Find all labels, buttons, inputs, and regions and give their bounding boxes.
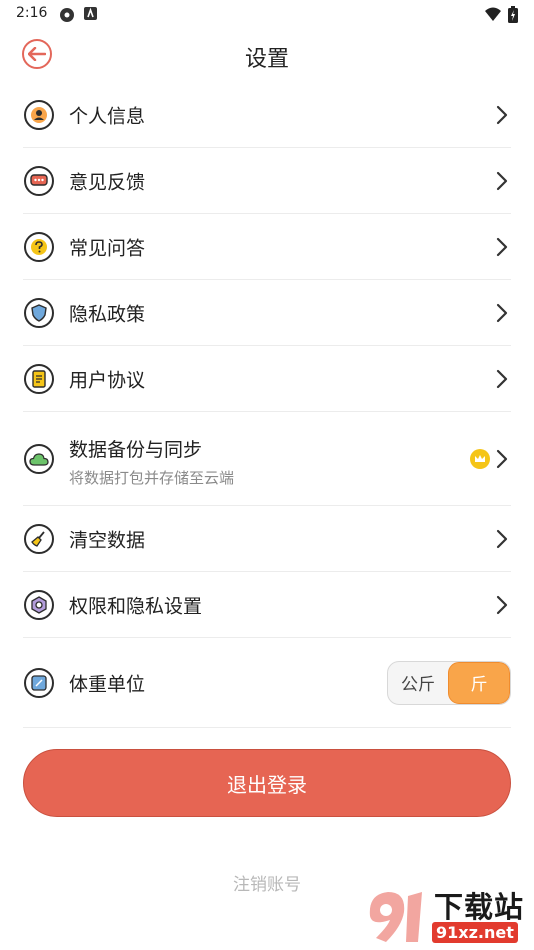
crown-icon — [470, 448, 490, 469]
chevron-right-icon — [496, 237, 508, 256]
settings-item-label: 数据备份与同步 — [69, 439, 203, 461]
settings-item-label: 隐私政策 — [69, 303, 146, 325]
settings-item-faq[interactable]: 常见问答 — [23, 214, 511, 280]
settings-item-user-agreement[interactable]: 用户协议 — [23, 346, 511, 412]
chevron-right-icon — [496, 369, 508, 388]
question-icon — [24, 231, 54, 262]
watermark-site: 91xz.net — [432, 922, 518, 943]
settings-item-permissions[interactable]: 权限和隐私设置 — [23, 572, 511, 638]
chevron-right-icon — [496, 303, 508, 322]
chevron-right-icon — [496, 171, 508, 190]
logout-button[interactable]: 退出登录 — [23, 749, 511, 817]
settings-item-weight-unit: 体重单位 公斤 斤 — [23, 638, 511, 728]
chevron-right-icon — [496, 105, 508, 124]
app-status-icon — [84, 7, 97, 20]
sync-status-icon — [60, 8, 74, 22]
watermark: 下载站 91xz.net — [362, 884, 534, 950]
settings-item-label: 用户协议 — [69, 369, 146, 391]
settings-item-clear-data[interactable]: 清空数据 — [23, 506, 511, 572]
watermark-title: 下载站 — [434, 890, 525, 924]
settings-item-backup-sync[interactable]: 数据备份与同步 将数据打包并存储至云端 — [23, 412, 511, 506]
settings-item-label: 个人信息 — [69, 105, 146, 127]
feedback-icon — [24, 165, 54, 196]
settings-item-label: 清空数据 — [69, 529, 146, 551]
status-bar: 2:16 — [0, 0, 534, 28]
settings-item-profile[interactable]: 个人信息 — [23, 82, 511, 148]
document-icon — [24, 363, 54, 394]
settings-item-privacy-policy[interactable]: 隐私政策 — [23, 280, 511, 346]
status-time: 2:16 — [16, 5, 48, 21]
user-icon — [24, 99, 54, 130]
page-title: 设置 — [244, 47, 289, 72]
wifi-icon — [485, 7, 501, 21]
scale-icon — [24, 667, 54, 698]
cloud-icon — [24, 443, 54, 474]
settings-item-label: 权限和隐私设置 — [69, 595, 203, 617]
settings-item-label: 体重单位 — [69, 673, 146, 695]
shield-icon — [24, 297, 54, 328]
chevron-right-icon — [496, 595, 508, 614]
unit-option-kg[interactable]: 公斤 — [388, 662, 448, 704]
unit-option-jin[interactable]: 斤 — [448, 661, 510, 704]
weight-unit-toggle: 公斤 斤 — [387, 660, 511, 705]
chevron-right-icon — [496, 449, 508, 468]
settings-item-label: 常见问答 — [69, 237, 146, 259]
settings-list: 个人信息 意见反馈 常见问答 隐私政策 用户协议 数据备份与同步 将数据打包并存… — [0, 82, 534, 728]
privacy-settings-icon — [24, 589, 54, 620]
chevron-right-icon — [496, 529, 508, 548]
settings-item-label: 意见反馈 — [69, 171, 146, 193]
watermark-logo-icon — [369, 892, 422, 942]
battery-icon — [508, 6, 518, 23]
settings-item-subtitle: 将数据打包并存储至云端 — [69, 469, 235, 487]
settings-item-feedback[interactable]: 意见反馈 — [23, 148, 511, 214]
broom-icon — [24, 523, 54, 554]
header: 设置 — [0, 28, 534, 82]
